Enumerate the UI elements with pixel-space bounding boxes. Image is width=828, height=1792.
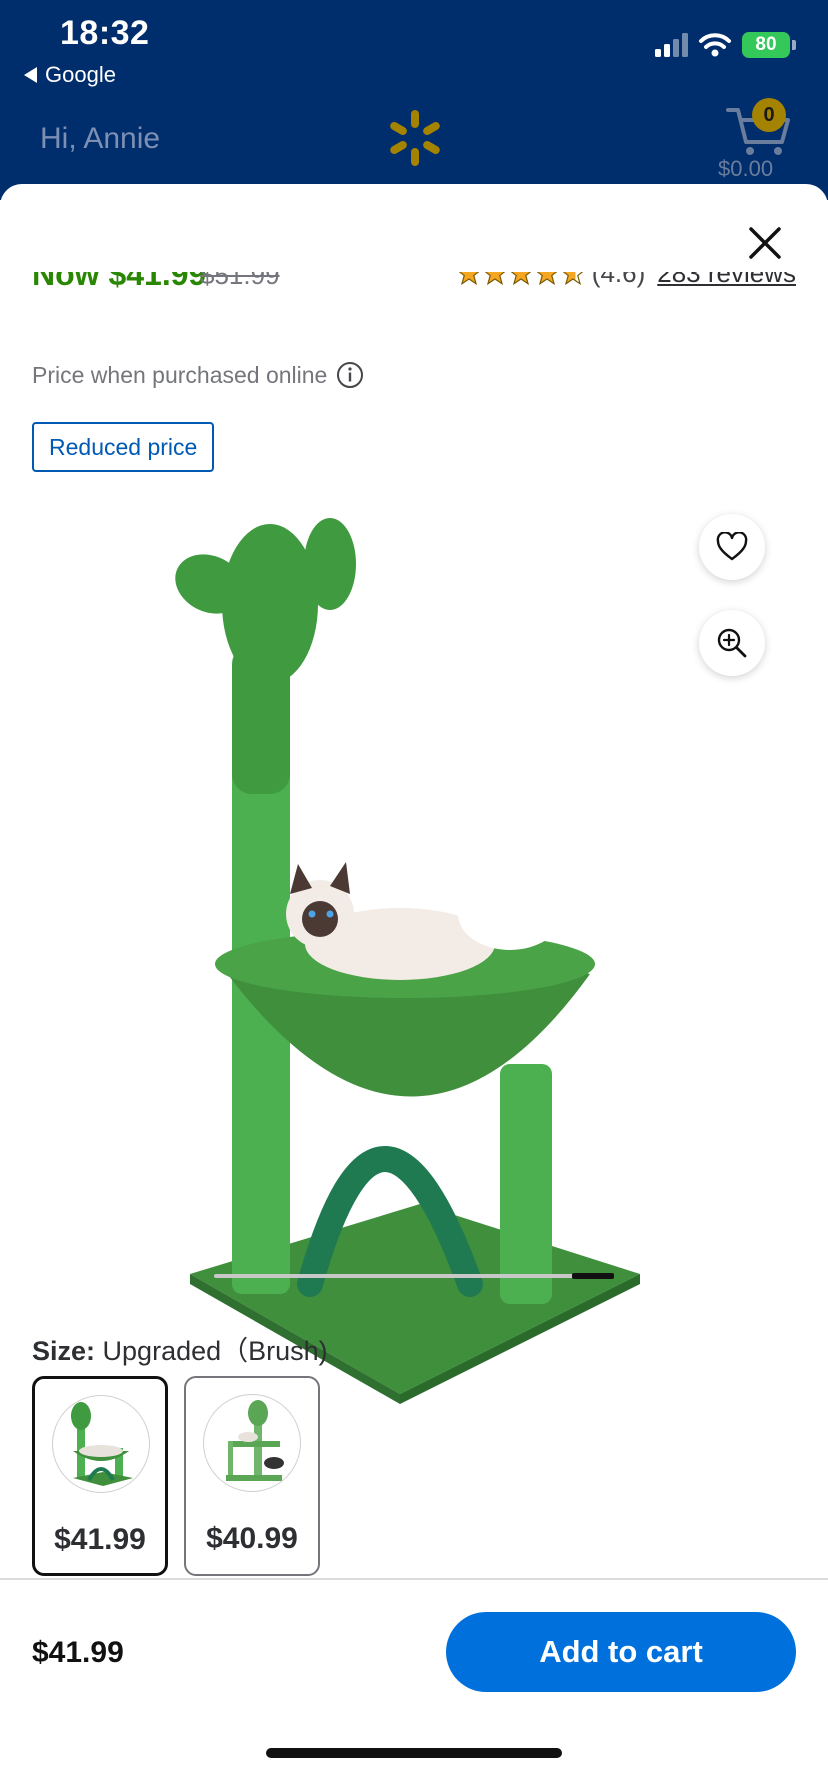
product-sheet: Now $41.99 $51.99 (4.6) 283 reviews Pric… [0, 184, 828, 1792]
wifi-icon [699, 33, 731, 57]
zoom-button[interactable] [699, 610, 765, 676]
variant-thumbnail [52, 1395, 150, 1493]
status-time: 18:32 [60, 14, 150, 52]
rating[interactable]: (4.6) 283 reviews [456, 272, 796, 289]
size-option-alternate[interactable]: $40.99 [184, 1376, 320, 1576]
variant-thumbnail [203, 1394, 301, 1492]
star-icon [537, 272, 557, 285]
battery-level: 80 [742, 32, 790, 58]
price-note-text: Price when purchased online [32, 361, 328, 388]
favorite-button[interactable] [699, 514, 765, 580]
product-image[interactable] [170, 504, 650, 1424]
star-icon [485, 272, 505, 285]
walmart-spark-logo[interactable] [385, 108, 445, 168]
back-to-google-link[interactable]: Google [24, 62, 116, 88]
size-option-upgraded-brush[interactable]: $41.99 [32, 1376, 168, 1576]
price-note: Price when purchased online [32, 360, 365, 390]
cellular-signal-icon [655, 33, 688, 57]
cart-total: $0.00 [718, 156, 774, 181]
status-icons: 80 [655, 32, 796, 58]
variant-price: $41.99 [54, 1523, 146, 1556]
info-icon[interactable] [335, 360, 365, 390]
bottom-price: $41.99 [32, 1636, 124, 1669]
greeting-text: Hi, Annie [40, 122, 161, 155]
star-rating-icon [459, 272, 583, 285]
variant-price: $40.99 [206, 1522, 298, 1555]
heart-icon [716, 532, 748, 561]
zoom-in-icon [717, 628, 747, 658]
reduced-price-badge: Reduced price [32, 422, 215, 472]
app-header: 18:32 Google 80 Hi, Annie 0 $0.00 [0, 0, 828, 200]
reviews-link[interactable]: 283 reviews [657, 272, 796, 289]
add-to-cart-button[interactable]: Add to cart [446, 1612, 796, 1692]
home-indicator[interactable] [266, 1748, 562, 1758]
back-arrow-icon [24, 67, 37, 83]
size-value: Upgraded（Brush) [102, 1336, 328, 1366]
current-price: Now $41.99 [32, 272, 207, 292]
star-icon [563, 272, 583, 285]
image-carousel-indicator [214, 1273, 614, 1279]
close-icon[interactable] [740, 218, 790, 268]
size-selection: Size: Upgraded（Brush) [32, 1329, 328, 1368]
star-icon [511, 272, 531, 285]
price-row: Now $41.99 $51.99 (4.6) 283 reviews [32, 272, 796, 312]
cart-count-badge[interactable]: 0 [752, 98, 786, 132]
battery-icon: 80 [742, 32, 796, 58]
back-link-label: Google [45, 62, 116, 87]
add-to-cart-bar: $41.99 Add to cart [0, 1578, 828, 1792]
size-label: Size: [32, 1336, 96, 1366]
carousel-position [572, 1273, 614, 1279]
original-price: $51.99 [200, 272, 280, 290]
rating-value: (4.6) [591, 272, 646, 288]
star-icon [459, 272, 479, 285]
